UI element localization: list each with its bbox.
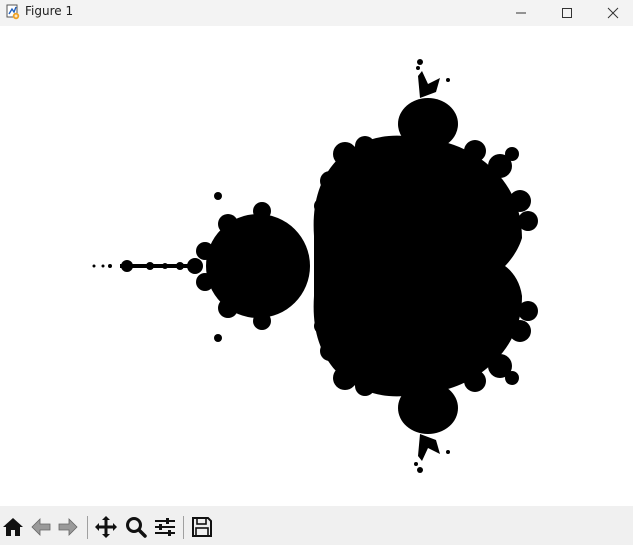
figure-canvas[interactable] <box>0 26 633 506</box>
home-button[interactable] <box>1 515 25 539</box>
save-button[interactable] <box>190 515 214 539</box>
home-icon <box>3 518 23 536</box>
zoom-button[interactable] <box>124 515 148 539</box>
figure-window: Figure 1 <box>0 0 633 545</box>
window-title: Figure 1 <box>25 4 74 18</box>
navigation-toolbar <box>0 506 633 545</box>
matplotlib-figure-icon <box>4 3 22 21</box>
cardioid-shape <box>313 135 522 397</box>
pan-move-icon <box>95 516 117 538</box>
toolbar-separator <box>183 516 184 539</box>
maximize-icon <box>562 8 572 18</box>
toolbar-separator <box>87 516 88 539</box>
save-floppy-icon <box>192 517 212 537</box>
configure-subplots-button[interactable] <box>153 515 177 539</box>
configure-subplots-icon <box>155 518 175 536</box>
bottom-bulb <box>398 382 458 434</box>
minimize-button[interactable] <box>498 0 544 26</box>
pan-button[interactable] <box>94 515 118 539</box>
mandelbrot-plot <box>92 59 538 473</box>
forward-button[interactable] <box>56 515 80 539</box>
close-button[interactable] <box>590 0 633 26</box>
minimize-icon <box>516 12 526 14</box>
back-button[interactable] <box>29 515 53 539</box>
forward-arrow-icon <box>58 518 78 536</box>
back-arrow-icon <box>31 518 51 536</box>
zoom-magnifier-icon <box>126 517 147 538</box>
title-bar: Figure 1 <box>0 0 633 26</box>
close-icon <box>607 7 619 19</box>
maximize-button[interactable] <box>544 0 590 26</box>
top-bulb <box>398 98 458 150</box>
